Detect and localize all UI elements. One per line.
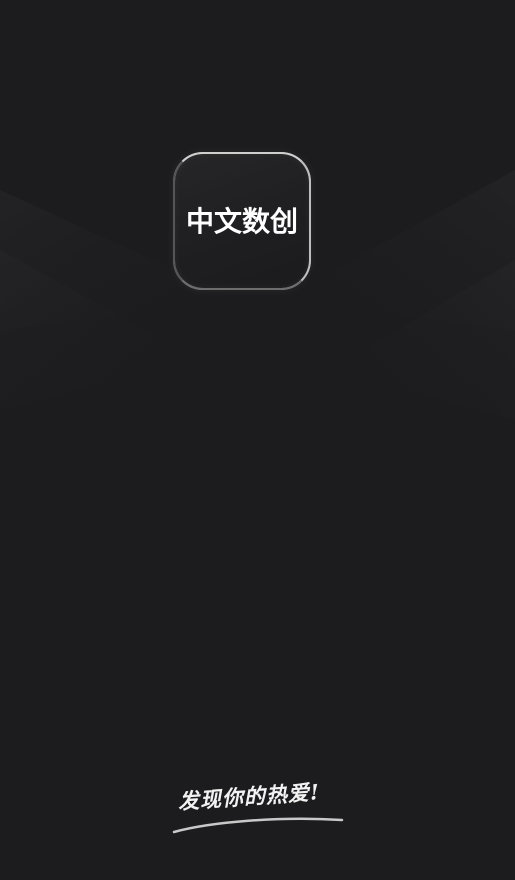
app-logo-tile: 中文数创 (173, 152, 311, 290)
background-rays (0, 170, 515, 420)
slogan: 发现你的热爱! (170, 779, 350, 842)
app-logo-title: 中文数创 (185, 205, 298, 238)
swoosh-underline-icon (172, 817, 344, 834)
splash-screen: 中文数创 发现你的热爱! (0, 0, 515, 880)
